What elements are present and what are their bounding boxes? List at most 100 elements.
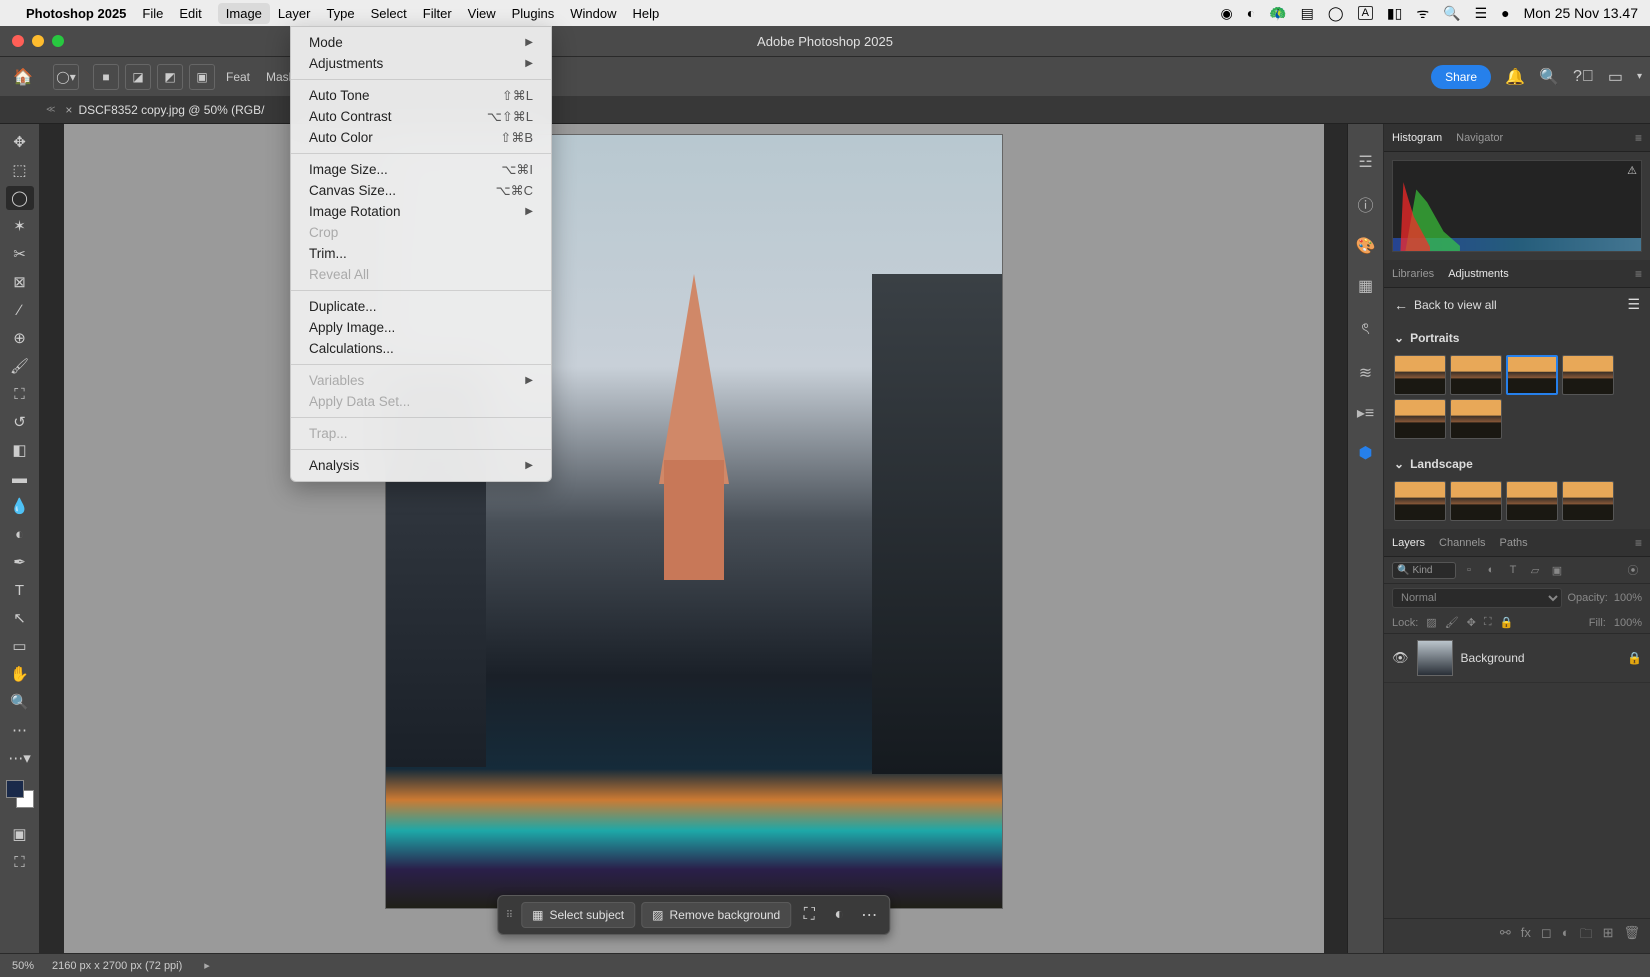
- zoom-tool-icon[interactable]: 🔍: [6, 690, 34, 714]
- menu-filter[interactable]: Filter: [423, 6, 452, 21]
- plugin-icon[interactable]: ⬢: [1359, 443, 1373, 463]
- kind-filter[interactable]: 🔍Kind: [1392, 562, 1456, 579]
- notifications-icon[interactable]: 🔔: [1505, 67, 1525, 87]
- menu-calculations[interactable]: Calculations...: [291, 338, 551, 359]
- subtract-selection-icon[interactable]: ◩: [157, 64, 183, 90]
- filter-adjustment-icon[interactable]: ◐: [1482, 561, 1500, 579]
- menu-adjustments[interactable]: Adjustments▶: [291, 53, 551, 74]
- menu-apply-image[interactable]: Apply Image...: [291, 317, 551, 338]
- document-dimensions[interactable]: 2160 px x 2700 px (72 ppi): [52, 960, 182, 972]
- tab-layers[interactable]: Layers: [1392, 537, 1425, 549]
- filter-type-icon[interactable]: T: [1504, 561, 1522, 579]
- menubar-clock[interactable]: Mon 25 Nov 13.47: [1524, 5, 1638, 21]
- filter-toggle-icon[interactable]: ⦿: [1624, 561, 1642, 579]
- screen-mode-icon[interactable]: ⛶: [6, 850, 34, 874]
- menu-auto-contrast[interactable]: Auto Contrast⌥⇧⌘L: [291, 106, 551, 127]
- filter-pixel-icon[interactable]: ▫: [1460, 561, 1478, 579]
- preset-thumb[interactable]: [1506, 481, 1558, 521]
- preset-thumb[interactable]: [1394, 399, 1446, 439]
- brush-tool-icon[interactable]: 🖌: [6, 354, 34, 378]
- home-button[interactable]: 🏠: [8, 62, 38, 92]
- grip-icon[interactable]: ⠿: [506, 910, 511, 921]
- quick-mask-icon[interactable]: ▣: [6, 822, 34, 846]
- menu-analysis[interactable]: Analysis▶: [291, 455, 551, 476]
- adjustments-back-row[interactable]: ← Back to view all ☰: [1384, 288, 1650, 321]
- fill-value[interactable]: 100%: [1614, 617, 1642, 629]
- menu-plugins[interactable]: Plugins: [512, 6, 555, 21]
- gradient-tool-icon[interactable]: ▬: [6, 466, 34, 490]
- more-tools-icon[interactable]: ⋯: [6, 718, 34, 742]
- tab-adjustments-panel[interactable]: Adjustments: [1448, 268, 1509, 280]
- lock-all-icon[interactable]: 🔒: [1500, 616, 1514, 629]
- input-icon[interactable]: A: [1358, 6, 1373, 20]
- preset-thumb[interactable]: [1450, 399, 1502, 439]
- control-center-icon[interactable]: ☰: [1475, 5, 1488, 22]
- zoom-level[interactable]: 50%: [12, 960, 34, 972]
- menu-edit[interactable]: Edit: [179, 6, 201, 21]
- portraits-header[interactable]: ⌄Portraits: [1394, 325, 1640, 351]
- menu-image[interactable]: Image: [218, 3, 270, 24]
- canvas-viewport[interactable]: [64, 124, 1324, 953]
- tab-paths[interactable]: Paths: [1500, 537, 1528, 549]
- hand-tool-icon[interactable]: ✋: [6, 662, 34, 686]
- tab-histogram[interactable]: Histogram: [1392, 132, 1442, 144]
- foreground-color-swatch[interactable]: [6, 780, 24, 798]
- close-window-button[interactable]: [12, 35, 24, 47]
- panel-menu-icon[interactable]: ≡: [1635, 131, 1642, 145]
- menu-image-rotation[interactable]: Image Rotation▶: [291, 201, 551, 222]
- filter-smart-icon[interactable]: ▣: [1548, 561, 1566, 579]
- menu-layer[interactable]: Layer: [278, 6, 311, 21]
- menu-trim[interactable]: Trim...: [291, 243, 551, 264]
- minimize-window-button[interactable]: [32, 35, 44, 47]
- user-icon[interactable]: ◯: [1328, 5, 1344, 22]
- lasso-tool-icon[interactable]: ◯: [6, 186, 34, 210]
- select-subject-button[interactable]: ▦Select subject: [521, 902, 635, 928]
- stage-manager-icon[interactable]: ▤: [1301, 5, 1314, 22]
- link-layers-icon[interactable]: ⚯: [1500, 925, 1511, 947]
- path-select-tool-icon[interactable]: ↖: [6, 606, 34, 630]
- siri-icon[interactable]: ●: [1501, 5, 1509, 21]
- workspace-icon[interactable]: ▭: [1608, 67, 1623, 87]
- histogram-warning-icon[interactable]: ⚠: [1627, 164, 1637, 177]
- menu-type[interactable]: Type: [326, 6, 354, 21]
- info-icon[interactable]: ⓘ: [1357, 192, 1373, 216]
- status-flyout-icon[interactable]: ▸: [204, 959, 210, 972]
- clone-source-icon[interactable]: ≋: [1359, 363, 1372, 383]
- preset-thumb[interactable]: [1450, 355, 1502, 395]
- more-options-icon[interactable]: ⋯: [857, 903, 881, 927]
- battery-icon[interactable]: ▮▯: [1387, 5, 1402, 22]
- menu-view[interactable]: View: [468, 6, 496, 21]
- brushes-icon[interactable]: ৎ: [1361, 316, 1370, 343]
- remove-background-button[interactable]: ▨Remove background: [641, 902, 791, 928]
- menu-auto-tone[interactable]: Auto Tone⇧⌘L: [291, 85, 551, 106]
- wifi-icon[interactable]: ᯤ: [1416, 4, 1429, 23]
- layer-row[interactable]: 👁 Background 🔒: [1384, 634, 1650, 683]
- new-layer-icon[interactable]: ⊞: [1603, 925, 1614, 947]
- frame-tool-icon[interactable]: ⊠: [6, 270, 34, 294]
- record-icon[interactable]: ◐: [1247, 5, 1255, 21]
- blend-mode-select[interactable]: Normal: [1392, 588, 1562, 608]
- properties-icon[interactable]: ☲: [1358, 152, 1372, 172]
- workspace-chevron-icon[interactable]: ▾: [1637, 71, 1642, 82]
- visibility-icon[interactable]: 👁: [1392, 650, 1409, 666]
- healing-tool-icon[interactable]: ⊕: [6, 326, 34, 350]
- move-tool-icon[interactable]: ✥: [6, 130, 34, 154]
- close-tab-icon[interactable]: ×: [65, 103, 72, 117]
- history-brush-icon[interactable]: ↺: [6, 410, 34, 434]
- color-icon[interactable]: 🎨: [1356, 236, 1376, 256]
- eraser-tool-icon[interactable]: ◧: [6, 438, 34, 462]
- maximize-window-button[interactable]: [52, 35, 64, 47]
- menu-image-size[interactable]: Image Size...⌥⌘I: [291, 159, 551, 180]
- list-view-icon[interactable]: ☰: [1627, 296, 1640, 313]
- collapse-toolbar-icon[interactable]: ≪: [44, 102, 57, 117]
- menu-auto-color[interactable]: Auto Color⇧⌘B: [291, 127, 551, 148]
- new-selection-icon[interactable]: ■: [93, 64, 119, 90]
- preset-thumb[interactable]: [1394, 355, 1446, 395]
- preset-thumb[interactable]: [1562, 481, 1614, 521]
- group-icon[interactable]: 🗀: [1580, 925, 1593, 947]
- tab-navigator[interactable]: Navigator: [1456, 132, 1503, 144]
- menu-mode[interactable]: Mode▶: [291, 32, 551, 53]
- spotlight-icon[interactable]: 🔍: [1443, 5, 1460, 22]
- preset-thumb[interactable]: [1450, 481, 1502, 521]
- pen-tool-icon[interactable]: ✒: [6, 550, 34, 574]
